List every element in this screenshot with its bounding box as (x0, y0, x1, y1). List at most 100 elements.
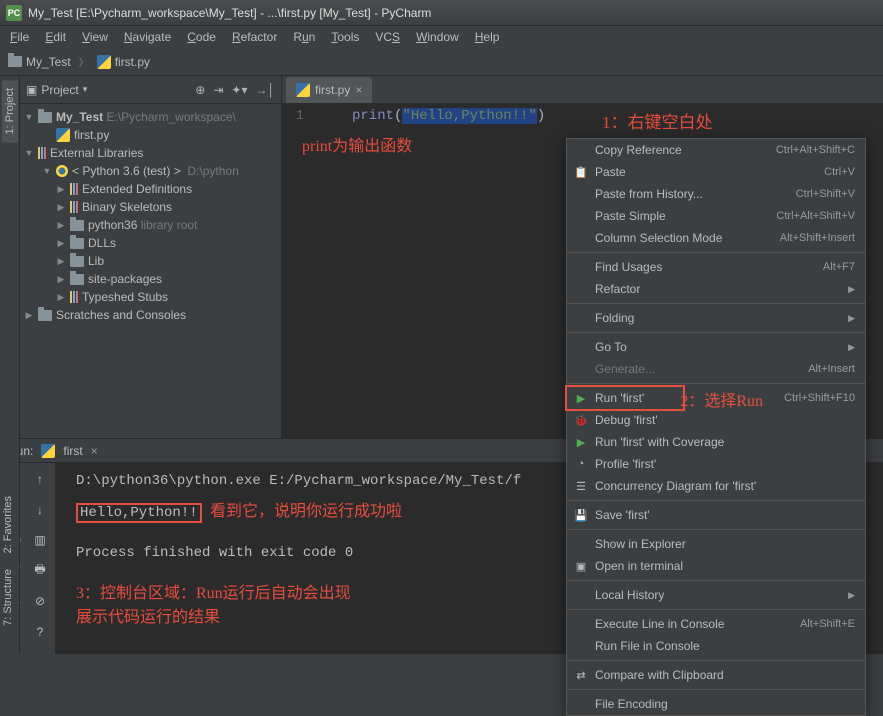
tree-item[interactable]: ▶Lib (20, 252, 281, 270)
chevron-icon: 〉 (79, 54, 89, 69)
tab-favorites[interactable]: 2: Favorites (0, 488, 16, 561)
scratches-icon (38, 310, 52, 321)
cm-generate[interactable]: Generate...Alt+Insert (567, 358, 865, 380)
cm-open-terminal[interactable]: ▣Open in terminal (567, 555, 865, 577)
tree-item[interactable]: ▶Typeshed Stubs (20, 288, 281, 306)
editor-tab-first[interactable]: first.py × (286, 77, 372, 103)
cm-goto[interactable]: Go To▶ (567, 336, 865, 358)
print-button[interactable]: 🖶 (30, 561, 50, 581)
cm-paste-history[interactable]: Paste from History...Ctrl+Shift+V (567, 183, 865, 205)
app-icon: PC (6, 5, 22, 21)
folder-icon (70, 274, 84, 285)
menu-navigate[interactable]: Navigate (118, 28, 177, 46)
paste-icon: 📋 (573, 166, 589, 179)
python-icon (56, 165, 68, 177)
menu-tools[interactable]: Tools (325, 28, 365, 46)
down-button[interactable]: ↓ (30, 500, 50, 520)
editor-tabs: first.py × (282, 76, 883, 104)
scroll-from-source-icon[interactable]: ⊕ (195, 83, 205, 97)
folder-icon (70, 256, 84, 267)
tree-python-interpreter[interactable]: ▼ < Python 3.6 (test) > D:\python (20, 162, 281, 180)
breadcrumb-label: My_Test (26, 55, 71, 69)
python-file-icon (97, 55, 111, 69)
console-output-highlight: Hello,Python!! (76, 503, 202, 523)
menu-file[interactable]: FFileile (4, 28, 35, 46)
up-button[interactable]: ↑ (30, 469, 50, 489)
tab-label: first.py (315, 83, 350, 97)
tree-item[interactable]: ▶Binary Skeletons (20, 198, 281, 216)
clear-button[interactable]: ⊘ (30, 591, 50, 611)
help-button[interactable]: ? (30, 622, 50, 642)
folder-icon (8, 56, 22, 67)
tree-item[interactable]: ▶python36 library root (20, 216, 281, 234)
cm-save[interactable]: 💾Save 'first' (567, 504, 865, 526)
breadcrumb-project[interactable]: My_Test (8, 55, 71, 69)
tree-item[interactable]: ▶site-packages (20, 270, 281, 288)
tree-item[interactable]: ▶Extended Definitions (20, 180, 281, 198)
cm-folding[interactable]: Folding▶ (567, 307, 865, 329)
wrap-button[interactable]: ▥ (30, 530, 50, 550)
menu-code[interactable]: Code (181, 28, 222, 46)
tree-file[interactable]: first.py (20, 126, 281, 144)
tree-root[interactable]: ▼ My_Test E:\Pycharm_workspace\ (20, 108, 281, 126)
cm-copy-reference[interactable]: Copy ReferenceCtrl+Alt+Shift+C (567, 139, 865, 161)
menu-window[interactable]: Window (410, 28, 465, 46)
menu-run[interactable]: Run (287, 28, 321, 46)
tab-project[interactable]: 1: Project (2, 80, 18, 142)
cm-refactor[interactable]: Refactor▶ (567, 278, 865, 300)
save-icon: 💾 (573, 509, 589, 522)
left-tool-tabs: 1: Project (0, 76, 20, 438)
project-tool-window: ▣Project▾ ⊕ ⇥ ✦▾ →│ ▼ My_Test E:\Pycharm… (20, 76, 282, 438)
cm-concurrency[interactable]: ☰Concurrency Diagram for 'first' (567, 475, 865, 497)
libraries-icon (70, 291, 78, 303)
cm-show-explorer[interactable]: Show in Explorer (567, 533, 865, 555)
menu-refactor[interactable]: Refactor (226, 28, 283, 46)
project-tree[interactable]: ▼ My_Test E:\Pycharm_workspace\ first.py… (20, 104, 281, 438)
tab-structure[interactable]: 7: Structure (0, 561, 16, 634)
tree-external-libraries[interactable]: ▼ External Libraries (20, 144, 281, 162)
libraries-icon (38, 147, 46, 159)
cm-file-encoding[interactable]: File Encoding (567, 693, 865, 715)
run-icon: ▶ (573, 392, 589, 405)
tree-scratches[interactable]: ▶Scratches and Consoles (20, 306, 281, 324)
profile-icon: ◔ (573, 458, 589, 470)
menu-vcs[interactable]: VCS (369, 28, 406, 46)
close-icon[interactable]: × (91, 444, 98, 458)
tree-item[interactable]: ▶DLLs (20, 234, 281, 252)
cm-paste-simple[interactable]: Paste SimpleCtrl+Alt+Shift+V (567, 205, 865, 227)
cm-paste[interactable]: 📋PasteCtrl+V (567, 161, 865, 183)
coverage-icon: ▶ (573, 436, 589, 449)
python-file-icon (296, 83, 310, 97)
context-menu: Copy ReferenceCtrl+Alt+Shift+C 📋PasteCtr… (566, 138, 866, 716)
cm-find-usages[interactable]: Find UsagesAlt+F7 (567, 256, 865, 278)
python-file-icon (41, 444, 55, 458)
cm-compare-clipboard[interactable]: ⇄Compare with Clipboard (567, 664, 865, 686)
close-icon[interactable]: × (355, 83, 362, 97)
gear-icon[interactable]: ✦▾ (231, 83, 247, 97)
collapse-all-icon[interactable]: ⇥ (213, 83, 223, 97)
breadcrumb-file[interactable]: first.py (97, 55, 150, 69)
hide-icon[interactable]: →│ (256, 83, 276, 97)
cm-debug[interactable]: 🐞Debug 'first' (567, 409, 865, 431)
menu-help[interactable]: Help (469, 28, 506, 46)
cm-column-selection[interactable]: Column Selection ModeAlt+Shift+Insert (567, 227, 865, 249)
libraries-icon (70, 183, 78, 195)
folder-icon (70, 238, 84, 249)
panel-title: ▣Project▾ (26, 83, 87, 97)
cm-profile[interactable]: ◔Profile 'first' (567, 453, 865, 475)
folder-icon (38, 112, 52, 123)
concurrency-icon: ☰ (573, 480, 589, 493)
menu-edit[interactable]: Edit (39, 28, 72, 46)
annotation-1: print为输出函数 (302, 132, 412, 156)
cm-run[interactable]: ▶Run 'first'Ctrl+Shift+F10 2：选择Run (567, 387, 865, 409)
cm-execute-console[interactable]: Execute Line in ConsoleAlt+Shift+E (567, 613, 865, 635)
menu-view[interactable]: View (76, 28, 114, 46)
annotation-2: 看到它，说明你运行成功啦 (210, 503, 402, 520)
gutter-line-number: 1 (282, 108, 312, 438)
annotation-run: 2：选择Run (680, 387, 763, 411)
cm-local-history[interactable]: Local History▶ (567, 584, 865, 606)
libraries-icon (70, 201, 78, 213)
menubar: FFileile Edit View Navigate Code Refacto… (0, 26, 883, 48)
cm-run-coverage[interactable]: ▶Run 'first' with Coverage (567, 431, 865, 453)
python-file-icon (56, 128, 70, 142)
